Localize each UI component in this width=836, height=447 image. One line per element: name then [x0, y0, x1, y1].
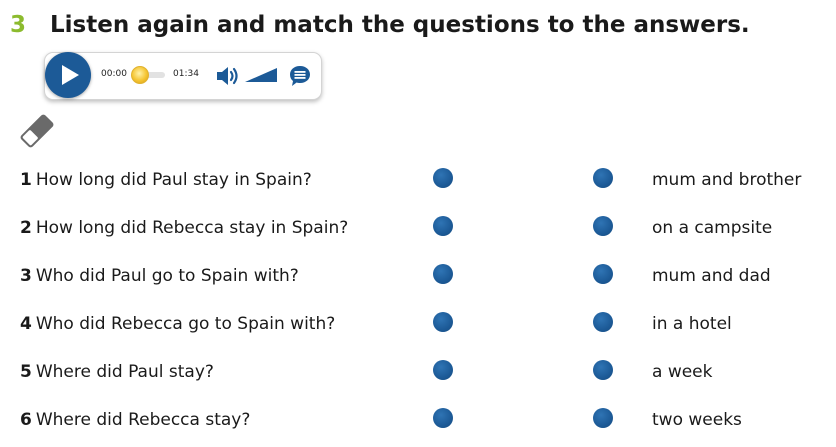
answer-6: two weeks: [652, 410, 742, 430]
question-number: 4: [20, 314, 32, 334]
question-3-match-dot[interactable]: [433, 264, 453, 284]
play-button[interactable]: [45, 52, 91, 98]
answer-1: mum and brother: [652, 170, 802, 190]
total-time: 01:34: [173, 69, 199, 79]
exercise-title: Listen again and match the questions to …: [50, 12, 750, 38]
question-number: 1: [20, 170, 32, 190]
question-4-match-dot[interactable]: [433, 312, 453, 332]
question-6-match-dot[interactable]: [433, 408, 453, 428]
question-2: 2 How long did Rebecca stay in Spain?: [20, 218, 348, 238]
question-4: 4 Who did Rebecca go to Spain with?: [20, 314, 335, 334]
volume-level-icon[interactable]: [245, 68, 277, 82]
question-number: 5: [20, 362, 32, 382]
question-text: How long did Rebecca stay in Spain?: [35, 218, 349, 238]
question-5: 5 Where did Paul stay?: [20, 362, 214, 382]
current-time: 00:00: [101, 69, 127, 79]
play-icon: [62, 65, 79, 85]
answer-2-match-dot[interactable]: [593, 216, 613, 236]
volume-icon[interactable]: [215, 65, 241, 87]
answer-6-match-dot[interactable]: [593, 408, 613, 428]
question-text: Where did Paul stay?: [35, 362, 214, 382]
answer-4-match-dot[interactable]: [593, 312, 613, 332]
answer-2: on a campsite: [652, 218, 773, 238]
seek-thumb[interactable]: [131, 66, 149, 84]
question-number: 2: [20, 218, 32, 238]
question-6: 6 Where did Rebecca stay?: [20, 410, 250, 430]
answer-3: mum and dad: [652, 266, 771, 286]
answer-4: in a hotel: [652, 314, 732, 334]
question-3: 3 Who did Paul go to Spain with?: [20, 266, 299, 286]
exercise-number: 3: [10, 12, 27, 38]
eraser-icon[interactable]: [16, 110, 58, 152]
answer-1-match-dot[interactable]: [593, 168, 613, 188]
question-text: Where did Rebecca stay?: [35, 410, 251, 430]
answer-5-match-dot[interactable]: [593, 360, 613, 380]
audio-player: 00:00 01:34: [44, 52, 322, 100]
question-text: How long did Paul stay in Spain?: [35, 170, 312, 190]
answer-3-match-dot[interactable]: [593, 264, 613, 284]
transcript-icon[interactable]: [289, 65, 311, 87]
question-1-match-dot[interactable]: [433, 168, 453, 188]
question-2-match-dot[interactable]: [433, 216, 453, 236]
question-text: Who did Rebecca go to Spain with?: [35, 314, 336, 334]
question-1: 1 How long did Paul stay in Spain?: [20, 170, 312, 190]
question-number: 3: [20, 266, 32, 286]
question-5-match-dot[interactable]: [433, 360, 453, 380]
question-text: Who did Paul go to Spain with?: [35, 266, 299, 286]
question-number: 6: [20, 410, 32, 430]
answer-5: a week: [652, 362, 713, 382]
